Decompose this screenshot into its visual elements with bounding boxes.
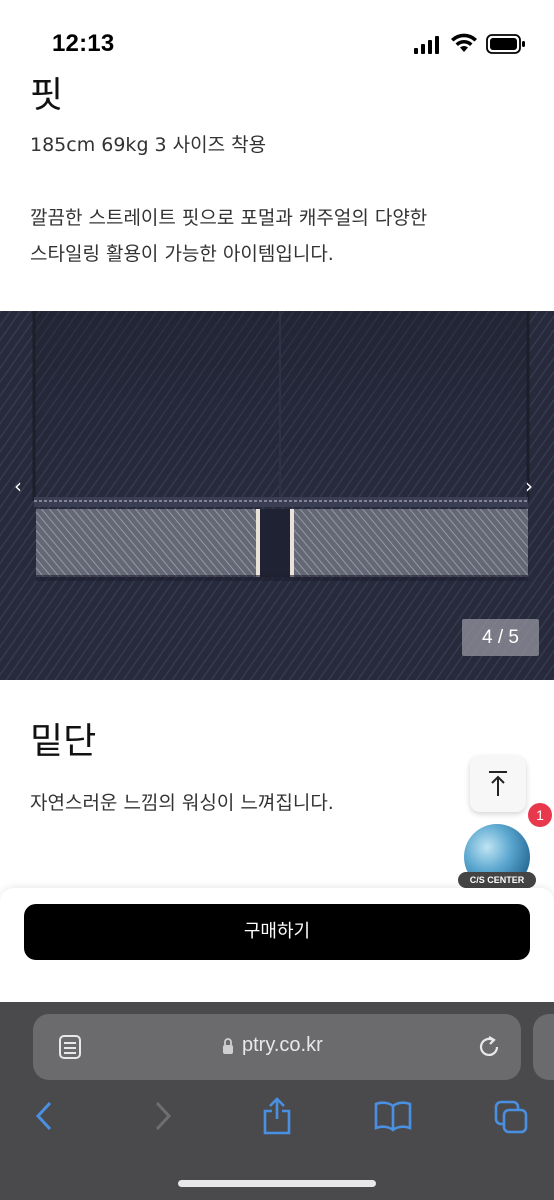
buy-button[interactable]: 구매하기	[24, 904, 530, 960]
fit-description-line-2: 스타일링 활용이 가능한 아이템입니다.	[30, 243, 334, 265]
home-indicator	[178, 1180, 376, 1187]
battery-icon	[486, 34, 525, 54]
reader-icon[interactable]	[58, 1034, 82, 1060]
url-text[interactable]: ptry.co.kr	[242, 1034, 323, 1057]
lock-icon	[223, 1038, 233, 1054]
fit-size-info: 185cm 69kg 3 사이즈 착용	[30, 134, 267, 156]
fit-description: 깔끔한 스트레이트 핏으로 포멀과 캐주얼의 다양한 스타일링 활용이 가능한 …	[30, 200, 530, 272]
wifi-icon	[451, 33, 477, 52]
status-bar: 12:13	[0, 0, 554, 70]
chevron-left-icon: ‹	[14, 474, 22, 498]
hem-description: 자연스러운 느낌의 워싱이 느껴집니다.	[30, 792, 334, 814]
hem-section-title: 밑단	[30, 721, 97, 762]
carousel-counter: 4 / 5	[462, 619, 539, 656]
forward-icon[interactable]	[153, 1100, 173, 1132]
fit-description-line-1: 깔끔한 스트레이트 핏으로 포멀과 캐주얼의 다양한	[30, 207, 428, 229]
carousel-prev-button[interactable]: ‹	[14, 474, 22, 498]
notification-badge: 1	[528, 803, 552, 827]
tabs-icon[interactable]	[494, 1100, 528, 1134]
share-icon[interactable]	[262, 1097, 292, 1135]
reload-icon[interactable]	[476, 1034, 502, 1060]
cellular-signal-icon	[414, 36, 439, 54]
next-tab-preview[interactable]	[533, 1014, 554, 1080]
cs-center-label: C/S CENTER	[458, 872, 536, 888]
back-icon[interactable]	[34, 1100, 54, 1132]
carousel-next-button[interactable]: ›	[525, 474, 533, 498]
scroll-to-top-button[interactable]	[470, 756, 526, 812]
bookmarks-icon[interactable]	[374, 1100, 412, 1132]
fit-section-title: 핏	[30, 75, 64, 116]
cs-center-button[interactable]: C/S CENTER	[458, 820, 536, 890]
chevron-right-icon: ›	[525, 474, 533, 498]
status-time: 12:13	[52, 30, 115, 57]
arrow-up-to-top-icon	[489, 771, 507, 796]
